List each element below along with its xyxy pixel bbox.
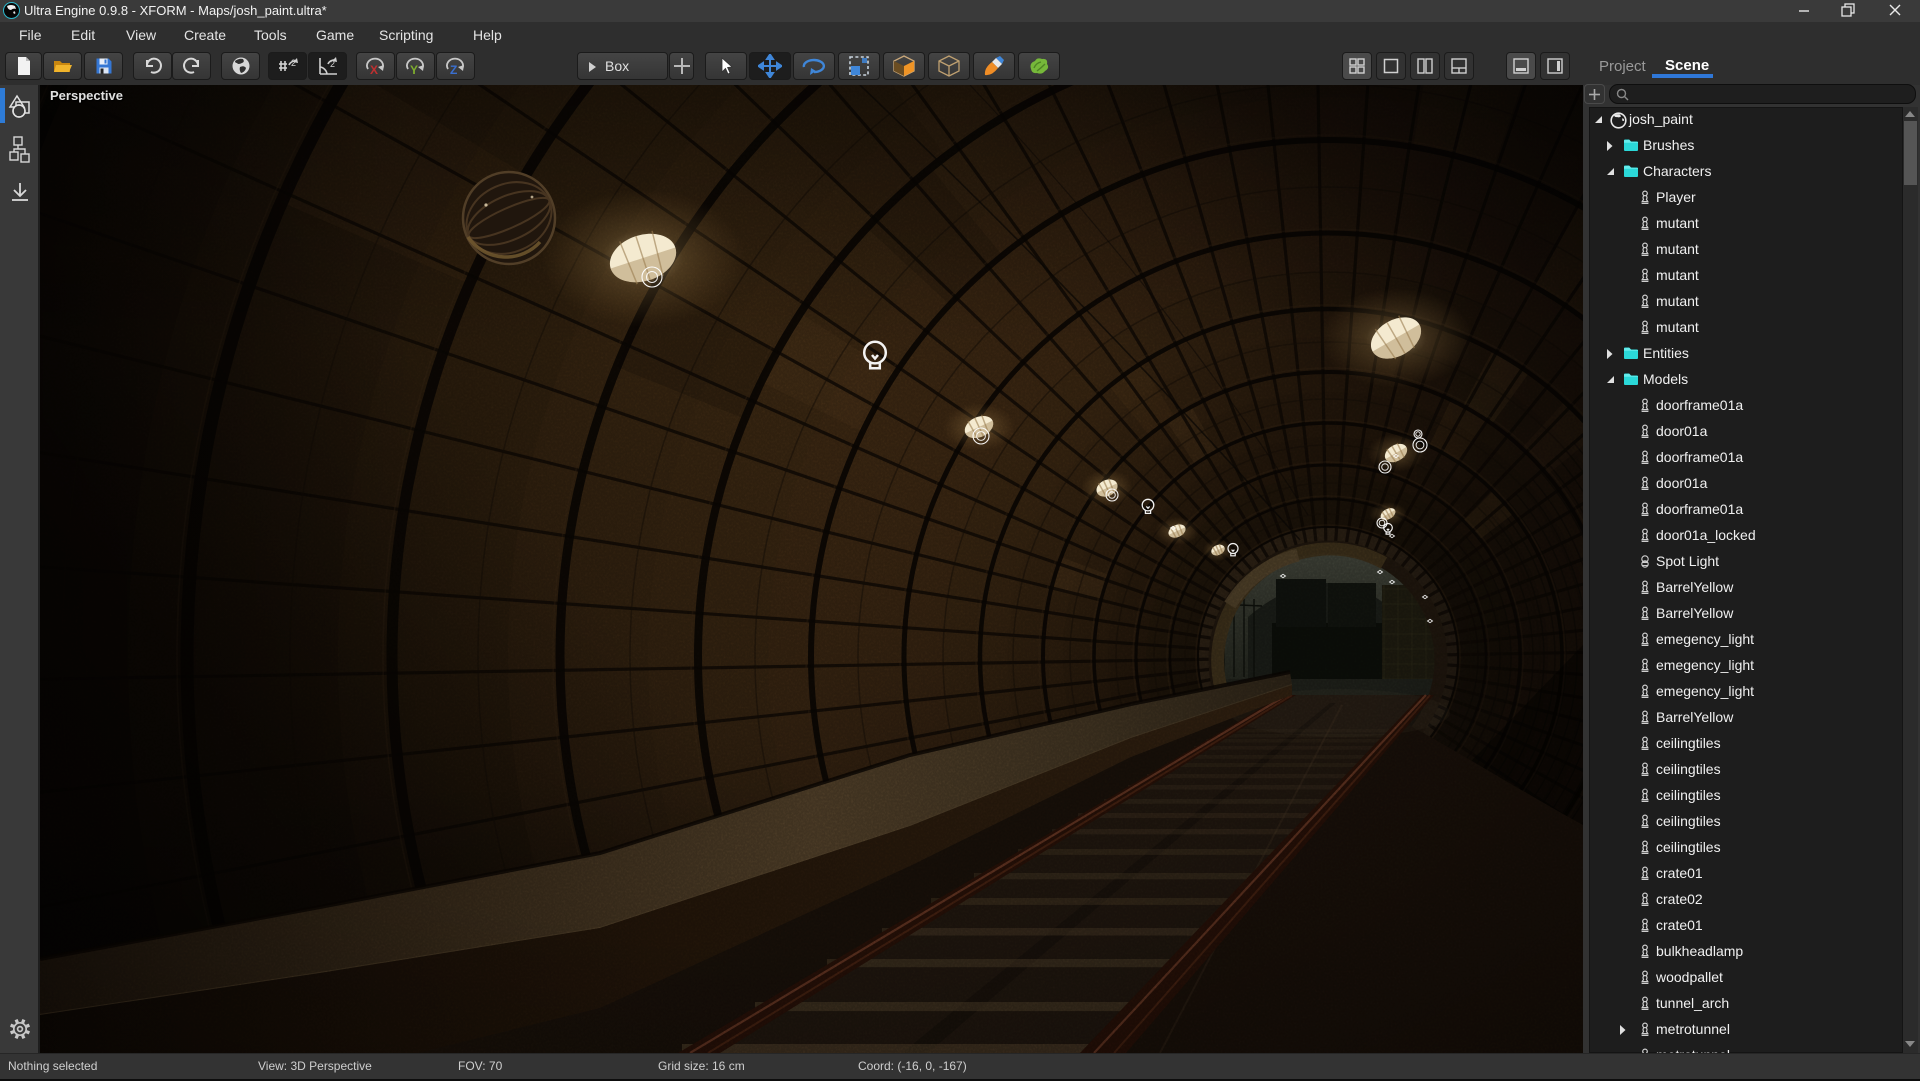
svg-text:2: 2 xyxy=(291,58,296,68)
svg-text:X: X xyxy=(370,63,378,77)
svg-text:Z: Z xyxy=(450,63,457,77)
svg-text:Y: Y xyxy=(410,63,418,77)
svg-text:2: 2 xyxy=(330,59,335,69)
